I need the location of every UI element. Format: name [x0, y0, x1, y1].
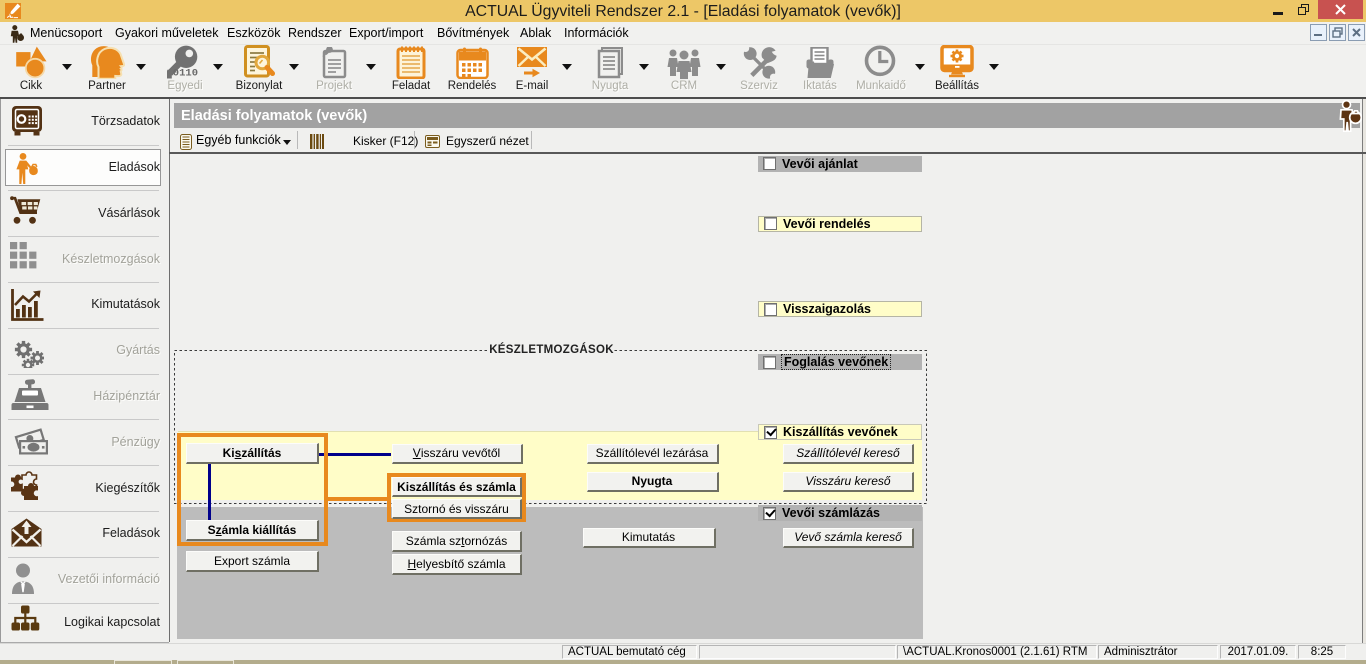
svg-text:0110: 0110: [173, 68, 198, 79]
